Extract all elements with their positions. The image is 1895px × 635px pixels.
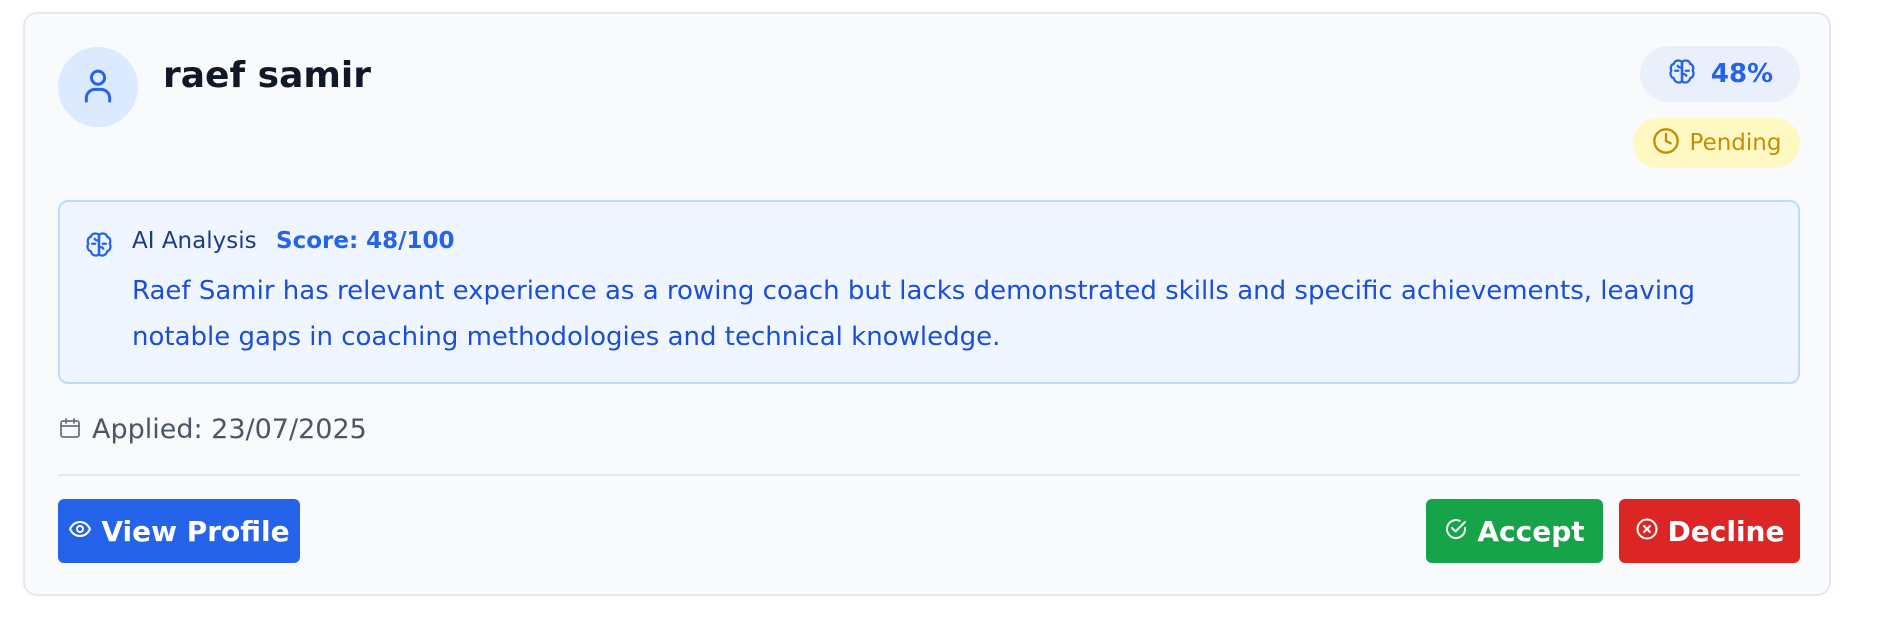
brain-icon — [84, 230, 114, 264]
decline-label: Decline — [1667, 514, 1785, 548]
accept-button[interactable]: Accept — [1426, 499, 1603, 563]
view-profile-label: View Profile — [101, 514, 290, 548]
divider — [58, 474, 1800, 476]
check-circle-icon — [1444, 515, 1468, 548]
decline-button[interactable]: Decline — [1619, 499, 1800, 563]
user-icon — [80, 66, 116, 108]
candidate-name: raef samir — [163, 55, 371, 96]
eye-icon — [68, 515, 92, 548]
clock-icon — [1652, 127, 1680, 159]
ai-score: Score: 48/100 — [276, 228, 455, 254]
applicant-card: raef samir 48% Pending AI Analysis Score… — [23, 12, 1831, 596]
status-label: Pending — [1689, 130, 1782, 156]
applied-text: Applied: 23/07/2025 — [92, 414, 367, 445]
match-percent: 48% — [1710, 59, 1774, 89]
match-score-badge: 48% — [1640, 46, 1800, 102]
avatar — [58, 47, 138, 127]
accept-label: Accept — [1477, 514, 1585, 548]
x-circle-icon — [1635, 515, 1659, 548]
applied-date: Applied: 23/07/2025 — [58, 414, 367, 445]
ai-analysis-panel: AI Analysis Score: 48/100 Raef Samir has… — [58, 200, 1800, 384]
ai-summary: Raef Samir has relevant experience as a … — [132, 276, 1696, 352]
brain-icon — [1667, 57, 1697, 91]
calendar-icon — [58, 416, 82, 444]
status-badge: Pending — [1633, 118, 1800, 168]
ai-analysis-label: AI Analysis — [132, 228, 257, 254]
view-profile-button[interactable]: View Profile — [58, 499, 300, 563]
